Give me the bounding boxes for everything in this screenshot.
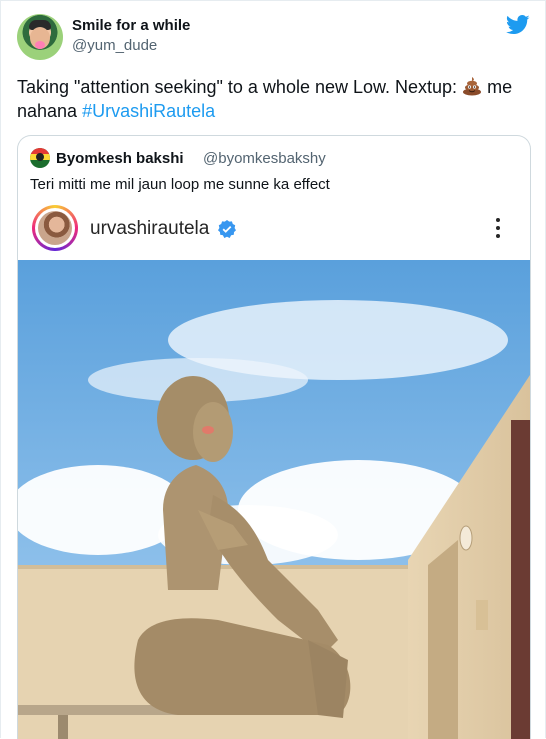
- quoted-author-handle[interactable]: @byomkesbakshy: [203, 150, 326, 167]
- author-handle[interactable]: @yum_dude: [72, 37, 157, 54]
- more-options-icon: [494, 216, 502, 242]
- post-photo: [18, 260, 530, 739]
- quoted-author-name[interactable]: Byomkesh bakshi: [56, 150, 184, 167]
- instagram-avatar: [32, 205, 78, 251]
- quoted-tweet[interactable]: Byomkesh bakshi @byomkesbakshy Teri mitt…: [17, 135, 531, 739]
- verified-badge-icon: [218, 220, 236, 238]
- hashtag-link[interactable]: #UrvashiRautela: [82, 101, 215, 121]
- quoted-tweet-text: Teri mitti me mil jaun loop me sunne ka …: [30, 176, 330, 193]
- author-name[interactable]: Smile for a while: [72, 17, 190, 34]
- tweet-text: Taking "attention seeking" to a whole ne…: [17, 75, 531, 123]
- poop-emoji-icon: [463, 77, 482, 96]
- author-avatar[interactable]: [17, 14, 63, 60]
- quoted-author-avatar[interactable]: [30, 148, 50, 168]
- instagram-username: urvashirautela: [90, 218, 210, 239]
- tweet-text-part-1: Taking "attention seeking" to a whole ne…: [17, 77, 463, 97]
- tweet-card[interactable]: Smile for a while @yum_dude Taking "atte…: [0, 0, 546, 739]
- instagram-post-header: urvashirautela: [18, 198, 530, 260]
- twitter-bird-icon[interactable]: [506, 15, 530, 35]
